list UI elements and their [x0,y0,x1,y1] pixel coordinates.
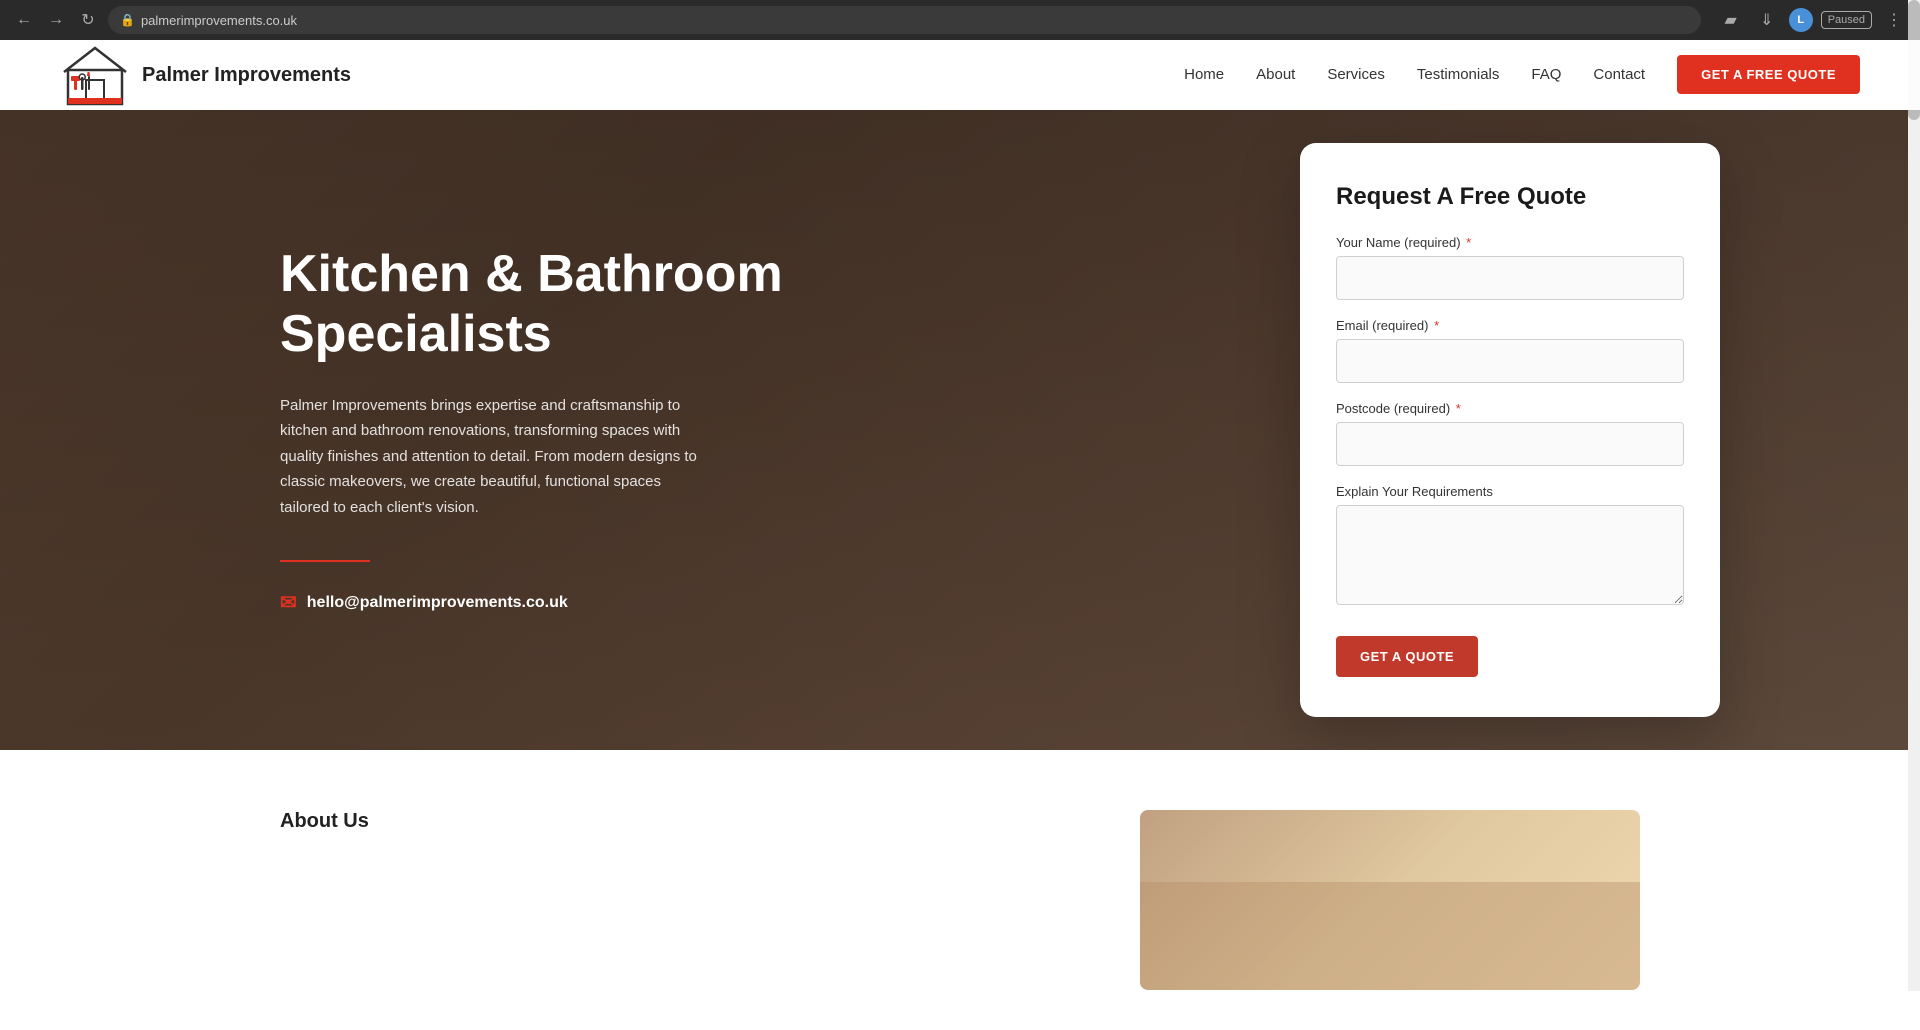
nav-item-services[interactable]: Services [1327,66,1385,84]
name-field-group: Your Name (required) * [1336,235,1684,300]
paused-badge: Paused [1821,11,1872,29]
about-title: About Us [280,810,1080,833]
nav-item-contact[interactable]: Contact [1593,66,1645,84]
browser-chrome: ← → ↻ 🔒 palmerimprovements.co.uk ▰ ⇓ L P… [0,0,1920,40]
postcode-input[interactable] [1336,422,1684,466]
hero-section: Kitchen & Bathroom Specialists Palmer Im… [0,110,1920,750]
menu-button[interactable]: ⋮ [1880,6,1908,34]
email-required: * [1434,318,1439,333]
nav-item-faq[interactable]: FAQ [1531,66,1561,84]
name-input[interactable] [1336,256,1684,300]
navbar: Palmer Improvements Home About Services … [0,40,1920,110]
nav-cta[interactable]: GET A FREE QUOTE [1677,66,1860,84]
quote-form-card: Request A Free Quote Your Name (required… [1300,143,1720,717]
browser-actions: ▰ ⇓ L Paused ⋮ [1717,6,1908,34]
hero-divider [280,560,370,562]
name-required: * [1466,235,1471,250]
email-label: Email (required) * [1336,318,1684,333]
get-quote-button[interactable]: GET A QUOTE [1336,636,1478,677]
requirements-label: Explain Your Requirements [1336,484,1684,499]
email-input[interactable] [1336,339,1684,383]
brand-name: Palmer Improvements [142,64,351,87]
address-bar[interactable]: 🔒 palmerimprovements.co.uk [108,6,1701,34]
nav-links: Home About Services Testimonials FAQ Con… [1184,66,1860,84]
nav-item-about[interactable]: About [1256,66,1295,84]
security-icon: 🔒 [120,13,135,27]
name-label: Your Name (required) * [1336,235,1684,250]
requirements-textarea[interactable] [1336,505,1684,605]
form-title: Request A Free Quote [1336,183,1684,211]
requirements-field-group: Explain Your Requirements [1336,484,1684,610]
nav-item-home[interactable]: Home [1184,66,1224,84]
hero-email-text: hello@palmerimprovements.co.uk [307,594,568,612]
url-display: palmerimprovements.co.uk [141,13,297,28]
about-image [1140,810,1640,990]
brand[interactable]: Palmer Improvements [60,40,351,110]
postcode-label: Postcode (required) * [1336,401,1684,416]
download-button[interactable]: ⇓ [1753,6,1781,34]
back-button[interactable]: ← [12,8,36,32]
email-field-group: Email (required) * [1336,318,1684,383]
postcode-field-group: Postcode (required) * [1336,401,1684,466]
hero-text-block: Kitchen & Bathroom Specialists Palmer Im… [280,245,800,615]
hero-email-row: ✉ hello@palmerimprovements.co.uk [280,590,800,615]
postcode-required: * [1456,401,1461,416]
about-left: About Us [280,810,1080,833]
profile-avatar[interactable]: L [1789,8,1813,32]
hero-description: Palmer Improvements brings expertise and… [280,393,710,521]
extensions-button[interactable]: ▰ [1717,6,1745,34]
website: Palmer Improvements Home About Services … [0,40,1920,1030]
reload-button[interactable]: ↻ [76,8,100,32]
hero-title: Kitchen & Bathroom Specialists [280,245,800,365]
nav-item-testimonials[interactable]: Testimonials [1417,66,1500,84]
email-icon: ✉ [280,590,297,615]
brand-logo [60,40,130,110]
forward-button[interactable]: → [44,8,68,32]
about-teaser-section: About Us [0,750,1920,1030]
hero-content: Kitchen & Bathroom Specialists Palmer Im… [0,110,1920,750]
